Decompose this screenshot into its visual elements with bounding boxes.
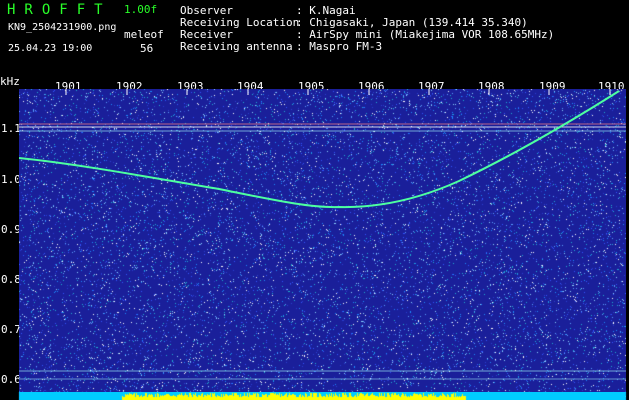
y-tick-0.6: 0.6: [1, 373, 21, 386]
y-tick-0.9: 0.9: [1, 223, 21, 236]
app-title: HROFFT: [7, 2, 112, 18]
header-panel: HROFFT 1.00f KN9_2504231900.png meleof 2…: [0, 0, 629, 76]
y-unit-label: kHz: [0, 75, 20, 88]
y-tick-0.8: 0.8: [1, 273, 21, 286]
y-tick-1.1: 1.1: [1, 122, 21, 135]
datetime-label: 25.04.23 19:00: [8, 43, 93, 54]
meleof-label: meleof: [124, 28, 164, 41]
meleof-value: 56: [140, 42, 154, 55]
spectrogram-plot: [19, 89, 626, 400]
x-tick-marks: [65, 89, 611, 95]
filename-label: KN9_2504231900.png: [8, 22, 117, 33]
signal-trace: [19, 90, 620, 209]
bottom-level-strip: [0, 392, 629, 400]
y-tick-1.0: 1.0: [1, 173, 21, 186]
version-label: 1.00f: [124, 3, 158, 16]
spectrogram-overlay: [19, 89, 626, 380]
antenna-label: Receiving antenna: [180, 40, 293, 53]
antenna-value: : Maspro FM-3: [296, 40, 383, 53]
y-tick-0.7: 0.7: [1, 323, 21, 336]
